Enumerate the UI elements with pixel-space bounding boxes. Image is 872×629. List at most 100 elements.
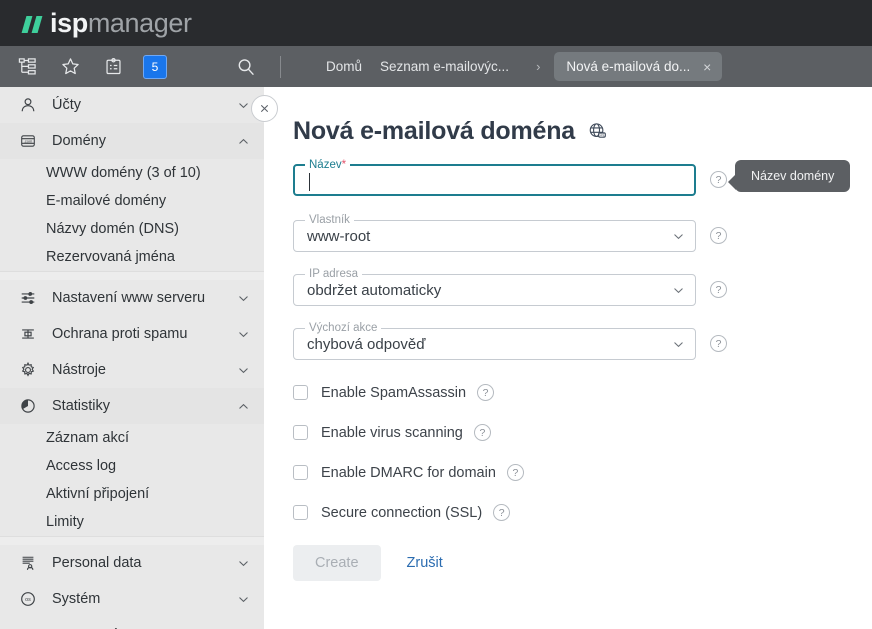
sidebar-subitem-access-log[interactable]: Access log bbox=[0, 452, 264, 480]
sidebar-submenu-statistiky: Záznam akcí Access log Aktivní připojení… bbox=[0, 424, 264, 536]
os-icon: os bbox=[16, 588, 40, 610]
sidebar-item-ucty[interactable]: Účty bbox=[0, 87, 264, 123]
breadcrumb-home[interactable]: Domů bbox=[317, 59, 371, 74]
sidebar-item-nastaveni-www-serveru[interactable]: Nastavení www serveru bbox=[0, 280, 264, 316]
user-icon bbox=[16, 94, 40, 116]
clipboard-icon[interactable] bbox=[100, 54, 126, 80]
ip-select-value: obdržet automaticky bbox=[307, 282, 442, 299]
checkbox-label: Enable SpamAssassin bbox=[321, 384, 467, 401]
sliders-icon bbox=[16, 287, 40, 309]
sidebar-item-domeny[interactable]: .com Domény bbox=[0, 123, 264, 159]
chevron-down-icon[interactable] bbox=[672, 338, 685, 351]
chevron-down-icon bbox=[237, 364, 250, 377]
toolbar-icon-group: 5 bbox=[0, 54, 167, 80]
app-root: isp manager 5 Domů Seznam e-mailovýc... … bbox=[0, 0, 872, 629]
sidebar-item-statistiky[interactable]: Statistiky bbox=[0, 388, 264, 424]
help-icon-dmarc[interactable]: ? bbox=[506, 464, 524, 481]
breadcrumb: Domů Seznam e-mailovýc... › Nová e-mailo… bbox=[317, 52, 723, 81]
sidebar-item-label: Nástroje bbox=[52, 362, 106, 378]
checkbox-label: Enable virus scanning bbox=[321, 424, 463, 441]
help-icon-default-action[interactable]: ? bbox=[710, 335, 727, 352]
sidebar-subitem-email-domeny[interactable]: E-mailové domény bbox=[0, 187, 264, 215]
app-logo[interactable]: isp manager bbox=[21, 7, 192, 39]
page-title-text: Nová e-mailová doména bbox=[293, 117, 576, 145]
checkbox-row-ssl: Secure connection (SSL) ? bbox=[293, 504, 872, 521]
required-marker: * bbox=[341, 159, 347, 171]
svg-text:.com: .com bbox=[24, 138, 33, 143]
sitemap-icon[interactable] bbox=[14, 54, 40, 80]
sidebar-subitem-limity[interactable]: Limity bbox=[0, 508, 264, 536]
sidebar-item-system[interactable]: os Systém bbox=[0, 581, 264, 617]
sidebar-subitem-www-domeny[interactable]: WWW domény (3 of 10) bbox=[0, 159, 264, 187]
checkbox-label: Secure connection (SSL) bbox=[321, 504, 483, 521]
text-caret bbox=[309, 173, 310, 191]
logo-text-secondary: manager bbox=[87, 8, 192, 38]
default-action-select-value: chybová odpověď bbox=[307, 336, 426, 353]
checkbox-row-spamassassin: Enable SpamAssassin ? bbox=[293, 384, 872, 401]
pie-chart-icon bbox=[16, 395, 40, 417]
field-owner: Vlastník www-root ? bbox=[293, 213, 853, 252]
tooltip-name-field: Název domény bbox=[727, 160, 851, 192]
spam-shield-icon bbox=[16, 323, 40, 345]
checkbox-virus-scanning[interactable] bbox=[293, 425, 308, 440]
sidebar-subitem-rezervovana-jmena[interactable]: Rezervovaná jména bbox=[0, 243, 264, 271]
sidebar-item-ochrana-proti-spamu[interactable]: Ochrana proti spamu bbox=[0, 316, 264, 352]
sidebar-subitem-dns[interactable]: Názvy domén (DNS) bbox=[0, 215, 264, 243]
svg-text:os: os bbox=[25, 597, 31, 603]
owner-select-value: www-root bbox=[307, 228, 371, 245]
close-panel-button[interactable] bbox=[251, 95, 278, 122]
search-icon[interactable] bbox=[233, 54, 259, 80]
gear-icon bbox=[16, 359, 40, 381]
default-action-select[interactable]: Výchozí akce chybová odpověď bbox=[293, 321, 696, 360]
logo-text-primary: isp bbox=[50, 8, 88, 38]
chevron-down-icon[interactable] bbox=[672, 230, 685, 243]
checkbox-ssl[interactable] bbox=[293, 505, 308, 520]
ip-select[interactable]: IP adresa obdržet automaticky bbox=[293, 267, 696, 306]
chevron-down-icon bbox=[237, 328, 250, 341]
checkbox-group: Enable SpamAssassin ? Enable virus scann… bbox=[293, 384, 872, 521]
name-input[interactable]: Název* bbox=[293, 158, 696, 196]
sidebar-divider bbox=[0, 536, 264, 545]
sidebar-item-label: Statistiky bbox=[52, 398, 111, 414]
field-label-name: Název* bbox=[305, 158, 351, 172]
help-icon-ip[interactable]: ? bbox=[710, 281, 727, 298]
page-title: Nová e-mailová doména ĞŞ bbox=[293, 117, 872, 146]
cancel-button[interactable]: Zrušit bbox=[407, 555, 443, 571]
brand-bar: isp manager bbox=[0, 0, 872, 46]
toolbar-divider bbox=[280, 55, 281, 78]
chevron-down-icon[interactable] bbox=[672, 284, 685, 297]
globe-icon[interactable]: ĞŞ bbox=[587, 121, 608, 142]
sidebar: Účty .com Domény WWW domény (3 of 10) E-… bbox=[0, 87, 264, 629]
help-icon-name[interactable]: ? bbox=[710, 171, 727, 188]
breadcrumb-parent[interactable]: Seznam e-mailovýc... bbox=[371, 59, 518, 74]
breadcrumb-active-tab-label: Nová e-mailová do... bbox=[566, 59, 691, 74]
sidebar-subitem-aktivni-pripojeni[interactable]: Aktivní připojení bbox=[0, 480, 264, 508]
sidebar-item-label: Nastavení www serveru bbox=[52, 290, 206, 306]
help-icon-virus-scanning[interactable]: ? bbox=[473, 424, 491, 441]
sidebar-subitem-zaznam-akci[interactable]: Záznam akcí bbox=[0, 424, 264, 452]
breadcrumb-active-tab[interactable]: Nová e-mailová do... × bbox=[554, 52, 723, 81]
checkbox-spamassassin[interactable] bbox=[293, 385, 308, 400]
sidebar-item-stav-systemu[interactable]: Stav systému bbox=[0, 617, 264, 629]
owner-select[interactable]: Vlastník www-root bbox=[293, 213, 696, 252]
help-icon-ssl[interactable]: ? bbox=[493, 504, 511, 521]
chevron-down-icon bbox=[237, 99, 250, 112]
sidebar-item-personal-data[interactable]: Personal data bbox=[0, 545, 264, 581]
sidebar-item-label: Ochrana proti spamu bbox=[52, 326, 188, 342]
help-icon-owner[interactable]: ? bbox=[710, 227, 727, 244]
personal-data-icon bbox=[16, 552, 40, 574]
close-icon[interactable]: × bbox=[700, 60, 714, 74]
checkbox-row-dmarc: Enable DMARC for domain ? bbox=[293, 464, 872, 481]
chevron-down-icon bbox=[237, 292, 250, 305]
checkbox-row-virus-scanning: Enable virus scanning ? bbox=[293, 424, 872, 441]
notification-badge[interactable]: 5 bbox=[143, 54, 167, 79]
checkbox-label: Enable DMARC for domain bbox=[321, 464, 496, 481]
breadcrumb-separator-icon: › bbox=[536, 59, 541, 74]
sidebar-item-label: Systém bbox=[52, 591, 101, 607]
help-icon-spamassassin[interactable]: ? bbox=[477, 384, 495, 401]
sidebar-item-nastroje[interactable]: Nástroje bbox=[0, 352, 264, 388]
star-icon[interactable] bbox=[57, 54, 83, 80]
create-button[interactable]: Create bbox=[293, 545, 381, 581]
domain-form: Název* ? Vlastník www-root ? IP adresa o… bbox=[293, 158, 853, 360]
checkbox-dmarc[interactable] bbox=[293, 465, 308, 480]
